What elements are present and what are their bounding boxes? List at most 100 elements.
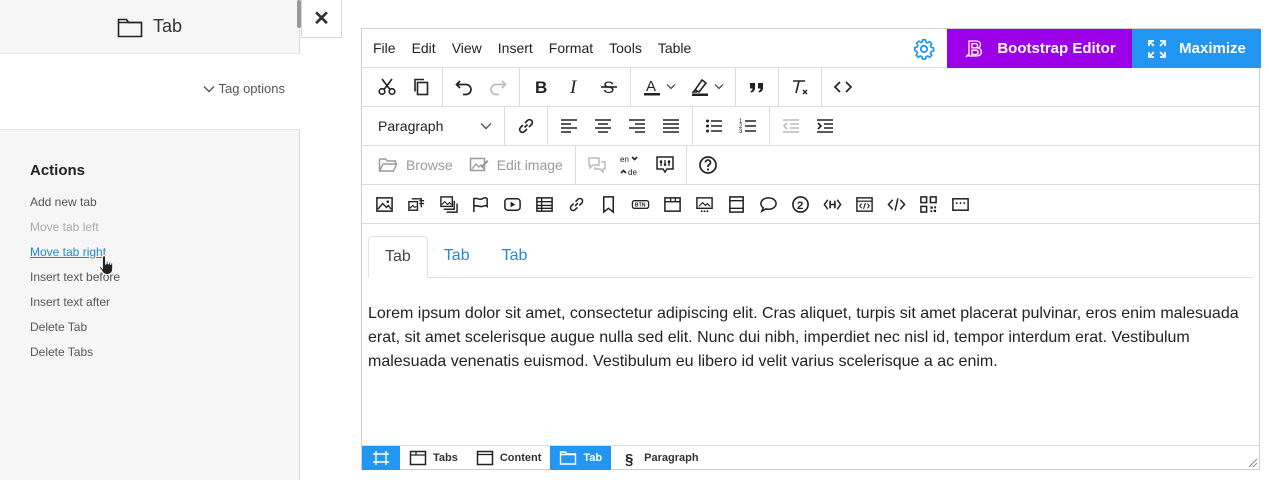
- text-color-button[interactable]: A: [635, 71, 683, 103]
- editor-content[interactable]: Tab Tab Tab Lorem ipsum dolor sit amet, …: [362, 224, 1259, 444]
- comments-button[interactable]: [580, 149, 614, 181]
- section-sign-icon: §: [625, 451, 633, 466]
- bootstrap-editor-button[interactable]: Bootstrap Editor: [947, 29, 1132, 68]
- components-group: BTN 2: [366, 185, 980, 224]
- svg-text:A: A: [646, 78, 656, 95]
- indent-button[interactable]: [808, 110, 842, 142]
- bs-image-button[interactable]: [368, 188, 400, 220]
- menu-format[interactable]: Format: [541, 29, 601, 68]
- select-all-button[interactable]: [362, 445, 400, 470]
- path-content[interactable]: Content: [467, 446, 551, 470]
- svg-text:3: 3: [739, 129, 743, 135]
- align-right-button[interactable]: [620, 110, 654, 142]
- insert-link-button[interactable]: [509, 110, 543, 142]
- path-paragraph[interactable]: § Paragraph: [611, 446, 707, 470]
- content-tab-3[interactable]: Tab: [486, 236, 544, 277]
- help-icon: [698, 156, 717, 174]
- action-delete-tabs[interactable]: Delete Tabs: [30, 345, 120, 370]
- source-code-button[interactable]: [826, 71, 860, 103]
- action-insert-text-after[interactable]: Insert text after: [30, 295, 120, 320]
- undo-button[interactable]: [447, 71, 481, 103]
- menu-edit[interactable]: Edit: [404, 29, 444, 68]
- block-format-value: Paragraph: [378, 118, 444, 134]
- action-delete-tab[interactable]: Delete Tab: [30, 320, 120, 345]
- bs-template-button[interactable]: [944, 188, 976, 220]
- bs-table-button[interactable]: [528, 188, 560, 220]
- list-group: 123: [693, 106, 770, 146]
- content-tab-1[interactable]: Tab: [368, 236, 428, 278]
- bullet-list-button[interactable]: [697, 110, 731, 142]
- bs-media-button[interactable]: [400, 188, 432, 220]
- copy-button[interactable]: [404, 71, 438, 103]
- bs-bookmark-button[interactable]: [592, 188, 624, 220]
- bold-icon: B: [535, 78, 547, 97]
- bs-tabs-button[interactable]: [656, 188, 688, 220]
- menu-file[interactable]: File: [362, 29, 404, 68]
- content-paragraph[interactable]: Lorem ipsum dolor sit amet, consectetur …: [368, 302, 1258, 374]
- bs-badge-button[interactable]: 2: [784, 188, 816, 220]
- align-left-button[interactable]: [552, 110, 586, 142]
- clear-formatting-button[interactable]: [783, 71, 817, 103]
- path-tab[interactable]: Tab: [550, 445, 612, 470]
- action-add-new-tab[interactable]: Add new tab: [30, 195, 120, 220]
- alignment-group: [548, 106, 693, 146]
- gear-icon[interactable]: [913, 38, 935, 60]
- maximize-label: Maximize: [1179, 40, 1246, 57]
- align-center-button[interactable]: [586, 110, 620, 142]
- align-justify-button[interactable]: [654, 110, 688, 142]
- numbered-list-button[interactable]: 123: [731, 110, 765, 142]
- align-right-icon: [629, 119, 645, 133]
- bs-carousel-button[interactable]: [688, 188, 720, 220]
- help-button[interactable]: [691, 149, 725, 181]
- cut-button[interactable]: [370, 71, 404, 103]
- browse-button[interactable]: Browse: [370, 149, 461, 181]
- block-format-select[interactable]: Paragraph: [370, 110, 500, 142]
- menu-table[interactable]: Table: [650, 29, 699, 68]
- bs-card-button[interactable]: [720, 188, 752, 220]
- qr-code-icon: [919, 195, 937, 213]
- italic-button[interactable]: I: [558, 71, 592, 103]
- bs-jumbotron-button[interactable]: [464, 188, 496, 220]
- bs-gallery-button[interactable]: [432, 188, 464, 220]
- menu-insert[interactable]: Insert: [490, 29, 541, 68]
- menu-tools[interactable]: Tools: [601, 29, 650, 68]
- bs-button-button[interactable]: BTN: [624, 188, 656, 220]
- badge-number-icon: 2: [791, 195, 809, 213]
- strikethrough-button[interactable]: S: [592, 71, 626, 103]
- video-icon: [503, 197, 521, 211]
- action-move-tab-left[interactable]: Move tab left: [30, 220, 120, 245]
- maximize-button[interactable]: Maximize: [1132, 29, 1261, 68]
- bs-heading-button[interactable]: [816, 188, 848, 220]
- italic-icon: I: [569, 77, 578, 97]
- redo-button[interactable]: [481, 71, 515, 103]
- custom-settings-button[interactable]: [648, 149, 682, 181]
- resize-handle-icon[interactable]: [1248, 458, 1258, 468]
- bs-qrcode-button[interactable]: [912, 188, 944, 220]
- content-tab-2[interactable]: Tab: [428, 236, 486, 277]
- highlight-color-button[interactable]: [683, 71, 731, 103]
- bs-snippet-button[interactable]: [848, 188, 880, 220]
- bs-link-button[interactable]: [560, 188, 592, 220]
- bootstrap-editor-label: Bootstrap Editor: [997, 40, 1116, 57]
- bold-button[interactable]: B: [524, 71, 558, 103]
- path-tabs[interactable]: Tabs: [400, 446, 467, 470]
- tag-options-area: Tag options: [0, 53, 300, 130]
- blockquote-button[interactable]: [740, 71, 774, 103]
- block-format-group: Paragraph: [366, 106, 505, 146]
- language-button[interactable]: en de: [614, 149, 648, 181]
- outdent-button[interactable]: [774, 110, 808, 142]
- align-center-icon: [595, 119, 611, 133]
- quote-icon: [750, 83, 763, 93]
- text-color-icon: A: [644, 78, 660, 96]
- close-panel-button[interactable]: ✕: [301, 0, 342, 38]
- edit-image-button[interactable]: Edit image: [461, 149, 571, 181]
- bs-code-button[interactable]: [880, 188, 912, 220]
- bs-popover-button[interactable]: [752, 188, 784, 220]
- tag-options-toggle[interactable]: Tag options: [203, 81, 285, 96]
- strikethrough-icon: S: [601, 78, 617, 97]
- bs-video-button[interactable]: [496, 188, 528, 220]
- file-group: Browse Edit image: [366, 145, 576, 185]
- sliders-icon: [656, 156, 674, 174]
- menu-view[interactable]: View: [444, 29, 490, 68]
- actions-heading: Actions: [30, 162, 86, 179]
